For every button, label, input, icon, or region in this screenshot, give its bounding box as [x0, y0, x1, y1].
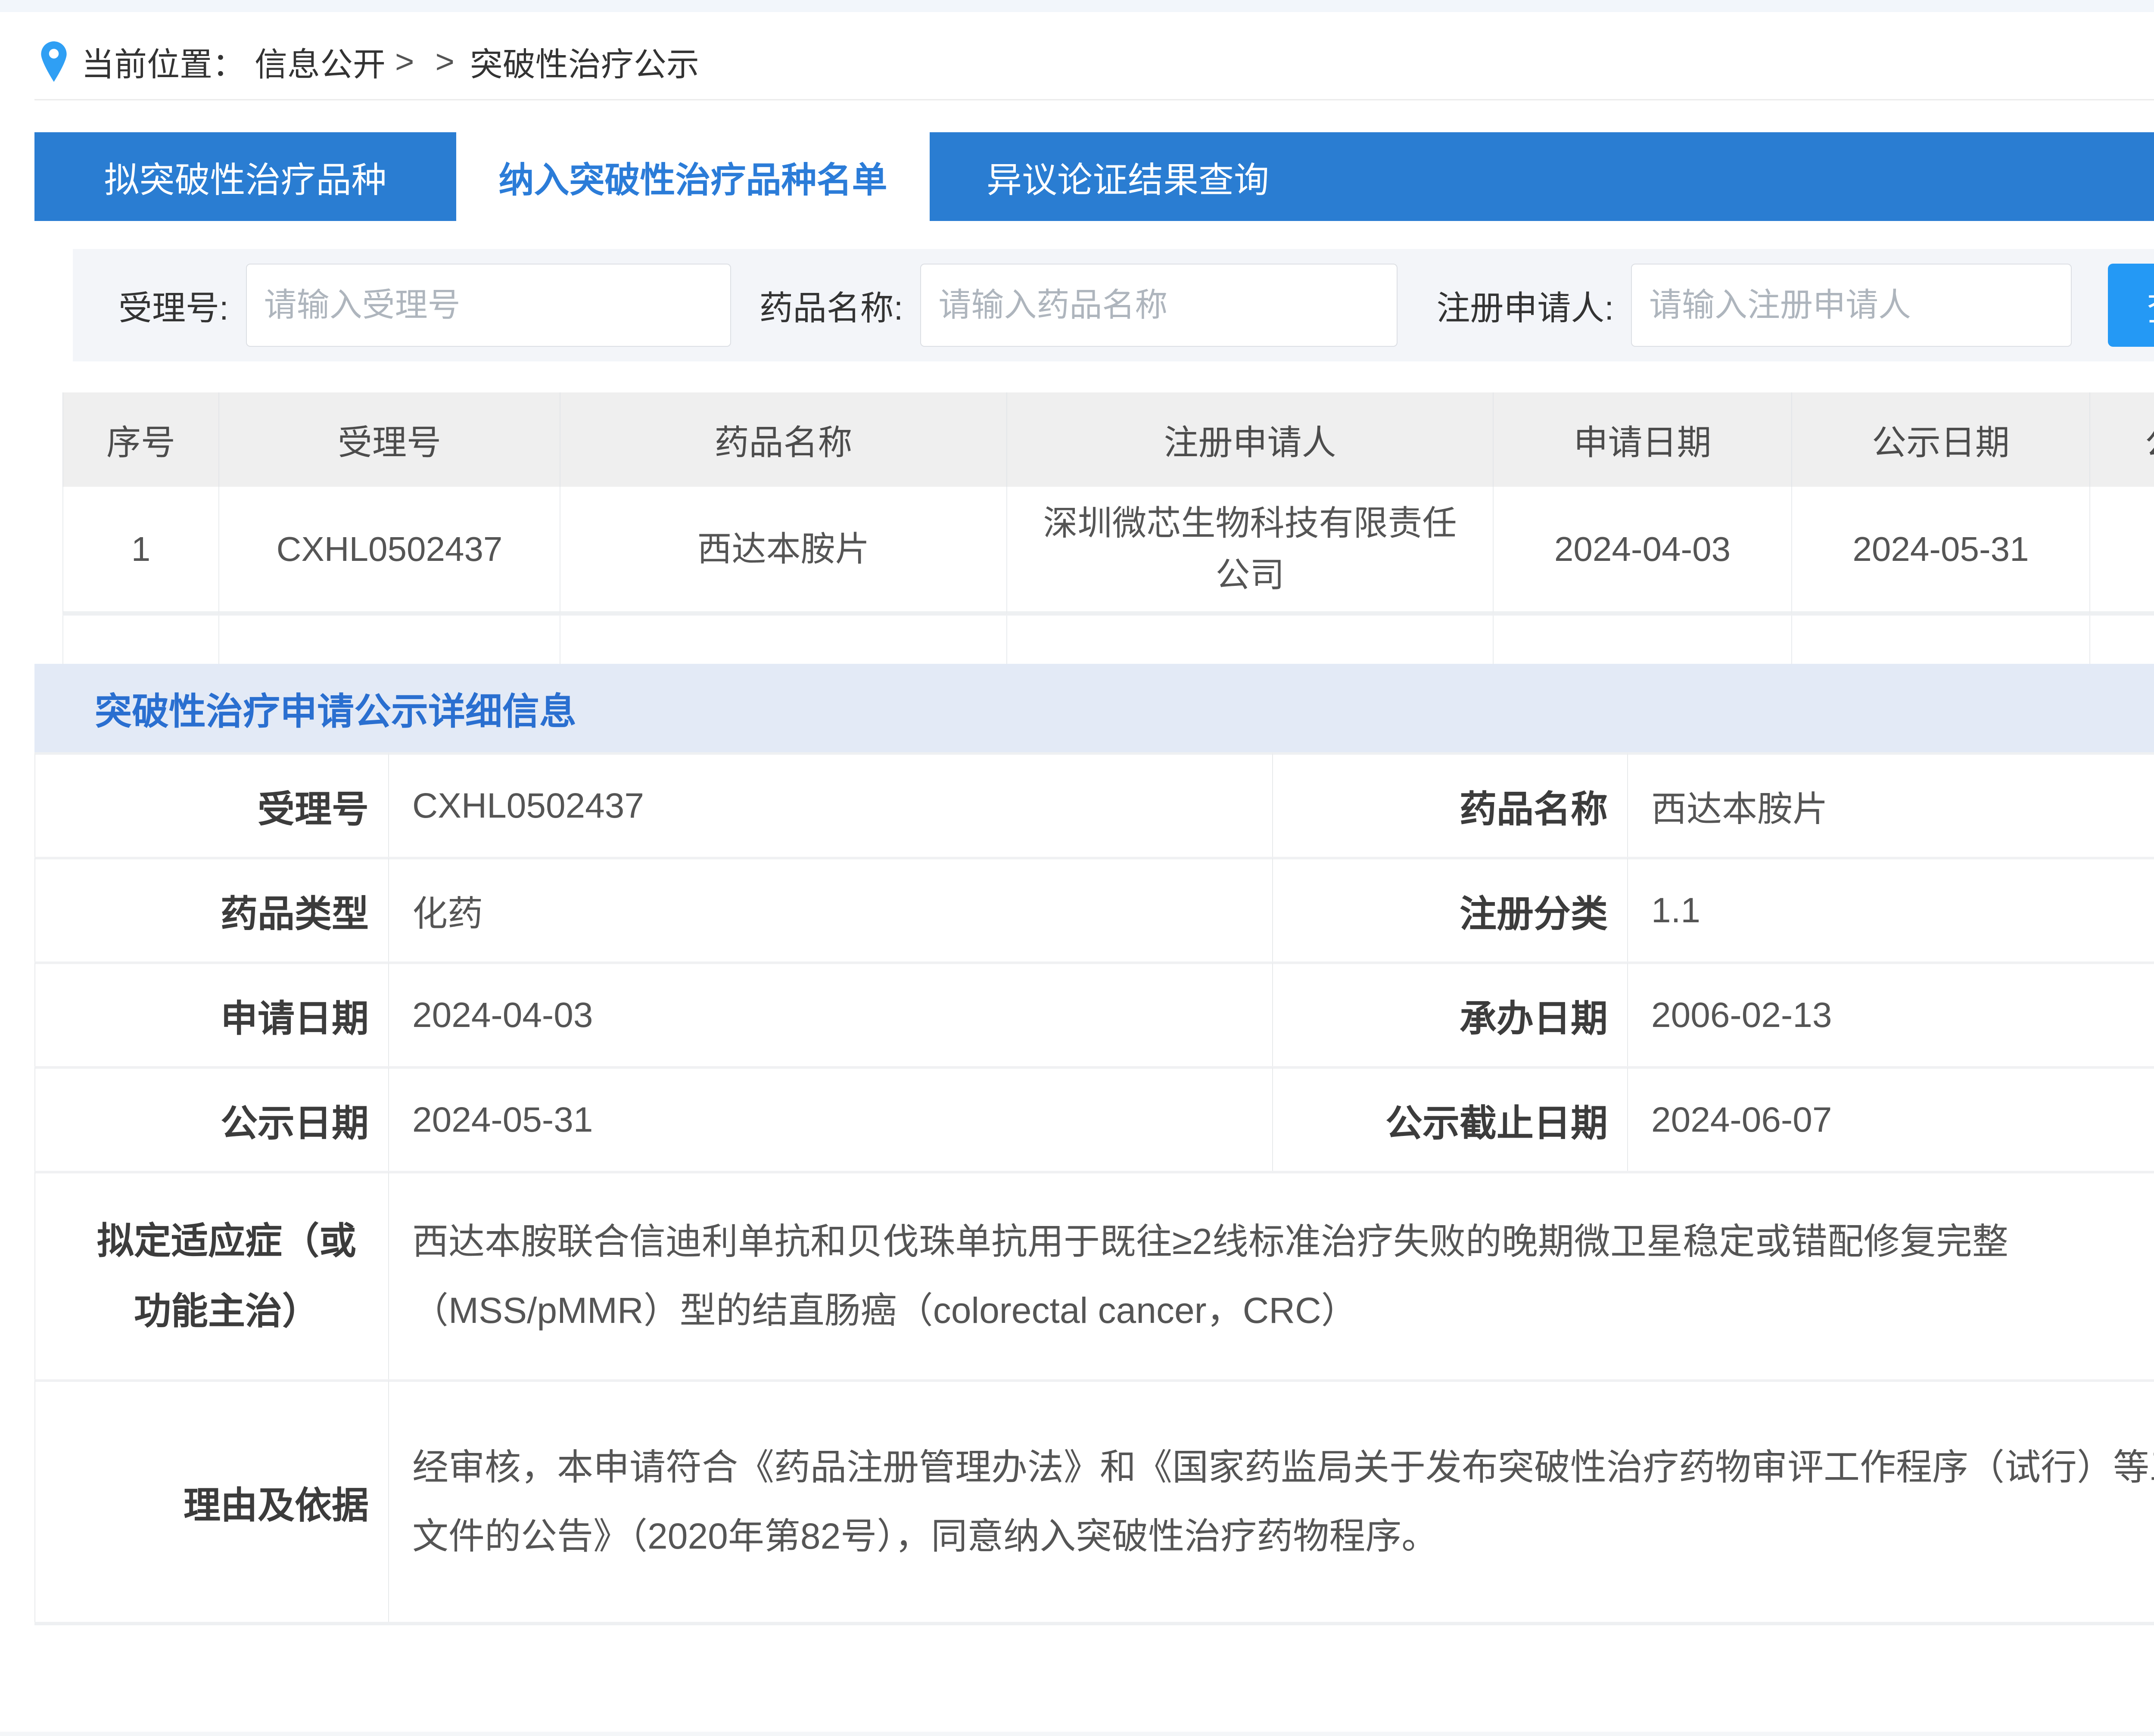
col-header-publicity-deadline: 公示截止日期 — [2089, 392, 2154, 487]
detail-label-publicity-date: 公示日期 — [34, 1066, 388, 1171]
acceptance-number-label: 受理号: — [118, 281, 229, 330]
detail-value-registration-class: 1.1 — [1627, 857, 2154, 961]
breadcrumb-prefix: 当前位置： — [81, 38, 245, 85]
applicant-input[interactable] — [1631, 264, 2072, 347]
detail-panel: 突破性治疗申请公示详细信息 受理号 CXHL0502437 药品名称 西达本胺片… — [34, 664, 2154, 1625]
applicant-label: 注册申请人: — [1436, 281, 1614, 330]
detail-label-drug-type: 药品类型 — [34, 857, 388, 961]
detail-row: 药品类型 化药 注册分类 1.1 — [34, 857, 2154, 961]
col-header-applicant: 注册申请人 — [1006, 392, 1493, 487]
tab-bar: 拟突破性治疗品种 纳入突破性治疗品种名单 异议论证结果查询 — [34, 132, 2154, 221]
detail-label-drug-name: 药品名称 — [1272, 752, 1627, 857]
detail-row-reason: 理由及依据 经审核，本申请符合《药品注册管理办法》和《国家药监局关于发布突破性治… — [34, 1379, 2154, 1622]
results-table: 序号 受理号 药品名称 注册申请人 申请日期 公示日期 公示截止日期 1 CXH… — [62, 392, 2154, 664]
cell-publicity-deadline: 2024-06-07 — [2089, 487, 2154, 616]
col-header-drug-name: 药品名称 — [560, 392, 1006, 487]
breadcrumb-separator: > > — [395, 43, 461, 81]
detail-value-indication: 西达本胺联合信迪利单抗和贝伐珠单抗用于既往≥2线标准治疗失败的晚期微卫星稳定或错… — [388, 1171, 2154, 1379]
cell-index: 1 — [62, 487, 218, 616]
detail-row-indication: 拟定适应症（或功能主治） 西达本胺联合信迪利单抗和贝伐珠单抗用于既往≥2线标准治… — [34, 1171, 2154, 1379]
col-header-publicity-date: 公示日期 — [1791, 392, 2089, 487]
cell-acceptance-number: CXHL0502437 — [218, 487, 560, 616]
detail-value-reason: 经审核，本申请符合《药品注册管理办法》和《国家药监局关于发布突破性治疗药物审评工… — [388, 1379, 2154, 1622]
col-header-acceptance-number: 受理号 — [218, 392, 560, 487]
detail-value-publicity-deadline: 2024-06-07 — [1627, 1066, 2154, 1171]
top-page-strip — [0, 0, 2154, 12]
detail-value-drug-name: 西达本胺片 — [1627, 752, 2154, 857]
detail-label-reason: 理由及依据 — [34, 1379, 388, 1622]
detail-label-indication: 拟定适应症（或功能主治） — [34, 1171, 388, 1379]
detail-label-application-date: 申请日期 — [34, 961, 388, 1066]
drug-name-input[interactable] — [920, 264, 1398, 347]
drug-name-label: 药品名称: — [760, 281, 903, 330]
cell-applicant: 深圳微芯生物科技有限责任公司 — [1006, 487, 1493, 616]
detail-label-acceptance-number: 受理号 — [34, 752, 388, 857]
cell-application-date: 2024-04-03 — [1493, 487, 1791, 616]
table-row[interactable]: 1 CXHL0502437 西达本胺片 深圳微芯生物科技有限责任公司 2024-… — [62, 487, 2154, 616]
col-header-index: 序号 — [62, 392, 218, 487]
header-divider — [34, 99, 2154, 100]
tab-included-breakthrough-list[interactable]: 纳入突破性治疗品种名单 — [456, 132, 930, 221]
detail-panel-header: 突破性治疗申请公示详细信息 — [34, 664, 2154, 752]
detail-value-publicity-date: 2024-05-31 — [388, 1066, 1272, 1171]
table-row-partial — [62, 616, 2154, 664]
breadcrumb-current: 突破性治疗公示 — [470, 38, 699, 85]
query-button[interactable]: 查询 — [2108, 264, 2154, 347]
detail-value-application-date: 2024-04-03 — [388, 961, 1272, 1066]
detail-value-acceptance-number: CXHL0502437 — [388, 752, 1272, 857]
cell-publicity-date: 2024-05-31 — [1791, 487, 2089, 616]
location-pin-icon — [41, 41, 67, 82]
detail-row: 申请日期 2024-04-03 承办日期 2006-02-13 — [34, 961, 2154, 1066]
tab-objection-result-query[interactable]: 异议论证结果查询 — [930, 132, 1326, 221]
search-panel: 受理号: 药品名称: 注册申请人: 查询 — [73, 249, 2154, 361]
breadcrumb: 当前位置： 信息公开 > > 突破性治疗公示 — [41, 38, 709, 85]
acceptance-number-input[interactable] — [246, 264, 731, 347]
breadcrumb-section-link[interactable]: 信息公开 — [255, 38, 386, 85]
detail-row: 受理号 CXHL0502437 药品名称 西达本胺片 — [34, 752, 2154, 857]
cell-drug-name: 西达本胺片 — [560, 487, 1006, 616]
tab-proposed-breakthrough-varieties[interactable]: 拟突破性治疗品种 — [34, 132, 456, 221]
detail-label-registration-class: 注册分类 — [1272, 857, 1627, 961]
detail-panel-title: 突破性治疗申请公示详细信息 — [95, 681, 576, 735]
detail-value-undertaking-date: 2006-02-13 — [1627, 961, 2154, 1066]
col-header-application-date: 申请日期 — [1493, 392, 1791, 487]
table-header-row: 序号 受理号 药品名称 注册申请人 申请日期 公示日期 公示截止日期 — [62, 392, 2154, 487]
bottom-page-strip — [0, 1732, 2154, 1736]
detail-value-drug-type: 化药 — [388, 857, 1272, 961]
detail-label-publicity-deadline: 公示截止日期 — [1272, 1066, 1627, 1171]
detail-row: 公示日期 2024-05-31 公示截止日期 2024-06-07 — [34, 1066, 2154, 1171]
detail-label-undertaking-date: 承办日期 — [1272, 961, 1627, 1066]
